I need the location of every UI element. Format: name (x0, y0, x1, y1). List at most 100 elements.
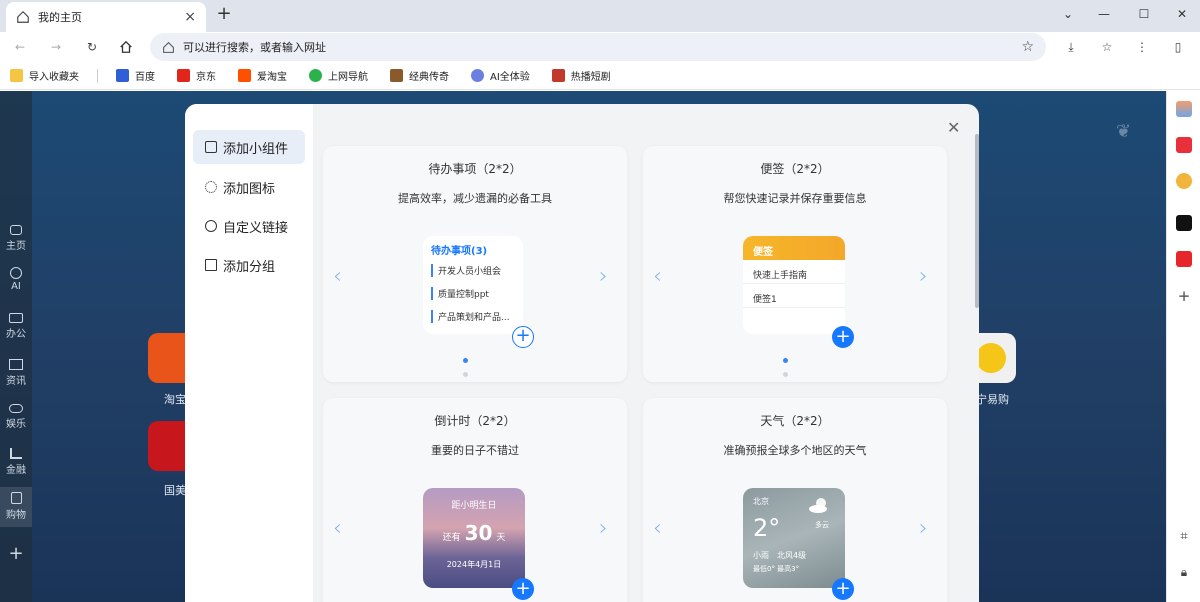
bookmark-star-icon[interactable]: ☆ (1021, 39, 1034, 55)
nav-label: 购物 (6, 510, 26, 521)
next-arrow-icon[interactable]: › (919, 516, 928, 541)
tiktok-icon[interactable] (1176, 215, 1192, 231)
reload-button[interactable]: ↻ (80, 35, 104, 59)
bookmark-aitaobao[interactable]: 爱淘宝 (238, 68, 287, 83)
bookmark-label: 经典传奇 (409, 72, 449, 83)
carousel-dots (463, 352, 487, 377)
tab-close-icon[interactable]: × (184, 9, 196, 25)
add-widget-button[interactable]: + (832, 578, 854, 600)
card-title: 天气（2*2） (760, 414, 830, 428)
taobao-app-label: 淘宝 (164, 393, 186, 406)
todo-widget-card[interactable]: 待办事项（2*2） 提高效率，减少遗漏的必备工具 ‹ › 待办事项(3) 开发人… (323, 146, 627, 382)
download-icon[interactable]: ⤓ (1059, 35, 1083, 59)
carousel-dot[interactable] (783, 358, 788, 363)
nav-news[interactable]: 资讯 (0, 357, 32, 389)
carousel-dot[interactable] (463, 372, 468, 377)
video-icon[interactable] (1176, 251, 1192, 267)
prev-arrow-icon[interactable]: ‹ (653, 516, 662, 541)
leaf-icon[interactable]: ❦ (1116, 121, 1131, 142)
modal-menu: 添加小组件 添加图标 自定义链接 添加分组 (185, 104, 313, 602)
bookmark-ai[interactable]: AI全体验 (471, 68, 530, 83)
nav-office[interactable]: 办公 (0, 311, 32, 343)
menu-add-widget[interactable]: 添加小组件 (193, 130, 305, 164)
add-panel-icon[interactable]: + (1167, 287, 1200, 305)
add-widget-button[interactable]: + (512, 578, 534, 600)
nav-add-icon[interactable]: + (0, 543, 32, 564)
countdown-widget-card[interactable]: 倒计时（2*2） 重要的日子不错过 ‹ › 距小明生日 还有 30 天 2024年4… (323, 398, 627, 602)
bookmark-label: 导入收藏夹 (29, 72, 79, 83)
carousel-dot[interactable] (463, 358, 468, 363)
game-controller-icon[interactable] (1176, 173, 1192, 189)
bookmark-legend[interactable]: 经典传奇 (390, 68, 449, 83)
card-title: 倒计时（2*2） (434, 414, 516, 428)
nav-label: 办公 (6, 329, 26, 340)
countdown-preview: 距小明生日 还有 30 天 2024年4月1日 (423, 488, 525, 588)
next-arrow-icon[interactable]: › (919, 264, 928, 289)
forward-button[interactable]: → (44, 35, 68, 59)
tab-search-icon[interactable]: ⌄ (1050, 0, 1086, 28)
sidebar-toggle-icon[interactable]: ▯ (1166, 35, 1190, 59)
next-arrow-icon[interactable]: › (599, 264, 608, 289)
card-description: 帮您快速记录并保存重要信息 (723, 192, 867, 205)
add-widget-button[interactable]: + (512, 326, 534, 348)
bookmark-label: 爱淘宝 (257, 72, 287, 83)
menu-add-icon[interactable]: 添加图标 (193, 170, 305, 204)
nav-home[interactable]: 主页 (0, 223, 32, 255)
address-bar[interactable]: 可以进行搜索，或者输入网址 ☆ (150, 33, 1046, 61)
prev-arrow-icon[interactable]: ‹ (333, 516, 342, 541)
menu-custom-link[interactable]: 自定义链接 (193, 209, 305, 243)
nav-label: 主页 (6, 241, 26, 252)
new-tab-button[interactable]: + (214, 4, 234, 24)
bookmark-import[interactable]: 导入收藏夹 (10, 68, 79, 83)
browser-tab[interactable]: 我的主页 × (6, 2, 206, 32)
weather-city: 北京 (753, 497, 769, 506)
minimize-button[interactable]: — (1086, 0, 1122, 28)
pdf-icon[interactable] (1176, 137, 1192, 153)
nav-entertainment[interactable]: 娱乐 (0, 401, 32, 433)
nav-ai[interactable]: AI (0, 267, 32, 299)
bookmark-jd[interactable]: 京东 (177, 68, 216, 83)
modal-scrollbar[interactable] (975, 134, 979, 308)
carousel-dot[interactable] (783, 372, 788, 377)
nav-label: 娱乐 (6, 419, 26, 430)
briefcase-icon (9, 313, 23, 323)
close-window-button[interactable]: ✕ (1164, 0, 1200, 28)
lock-icon[interactable]: 🔒︎ (1167, 565, 1200, 580)
next-arrow-icon[interactable]: › (599, 516, 608, 541)
add-widget-button[interactable]: + (832, 326, 854, 348)
prev-arrow-icon[interactable]: ‹ (333, 264, 342, 289)
maximize-button[interactable]: ☐ (1126, 0, 1162, 28)
countdown-days-line: 还有 30 天 (423, 521, 525, 545)
menu-label: 添加分组 (223, 259, 276, 275)
menu-add-group[interactable]: 添加分组 (193, 248, 305, 282)
toolbar: ← → ↻ 可以进行搜索，或者输入网址 ☆ ⤓ ☆ ⋮ ▯ (0, 32, 1200, 62)
site-info-icon[interactable] (162, 41, 175, 54)
nav-shopping[interactable]: 购物 (0, 487, 32, 527)
weather-widget-card[interactable]: 天气（2*2） 准确预报全球多个地区的天气 ‹ › 北京 2° 多云 小雨 北风… (643, 398, 947, 602)
crop-icon[interactable]: ⌗ (1167, 529, 1200, 544)
tab-title: 我的主页 (38, 11, 82, 24)
menu-icon[interactable]: ⋮ (1130, 35, 1154, 59)
link-icon (205, 220, 217, 232)
nav-label: 金融 (6, 465, 26, 476)
card-title: 便签（2*2） (760, 162, 830, 176)
weather-wind: 小雨 北风4级 (753, 551, 807, 560)
bookmark-baidu[interactable]: 百度 (116, 68, 155, 83)
taobao-icon (238, 69, 251, 82)
bookmark-nav[interactable]: 上网导航 (309, 68, 368, 83)
close-icon[interactable]: ✕ (947, 118, 960, 137)
nav-finance[interactable]: 金融 (0, 446, 32, 478)
favorites-icon[interactable]: ☆ (1095, 35, 1119, 59)
countdown-event: 距小明生日 (451, 501, 497, 511)
note-preview-header: 便签 (743, 236, 845, 260)
back-button[interactable]: ← (8, 35, 32, 59)
card-description: 准确预报全球多个地区的天气 (723, 444, 867, 457)
note-widget-card[interactable]: 便签（2*2） 帮您快速记录并保存重要信息 ‹ › 便签 快速上手指南 便签1 … (643, 146, 947, 382)
wallpaper-icon[interactable] (1176, 101, 1192, 117)
home-button[interactable] (114, 35, 138, 59)
countdown-prefix: 还有 (442, 533, 461, 543)
prev-arrow-icon[interactable]: ‹ (653, 264, 662, 289)
countdown-suffix: 天 (496, 533, 506, 543)
home-icon (120, 40, 132, 53)
bookmark-drama[interactable]: 热播短剧 (551, 68, 611, 83)
